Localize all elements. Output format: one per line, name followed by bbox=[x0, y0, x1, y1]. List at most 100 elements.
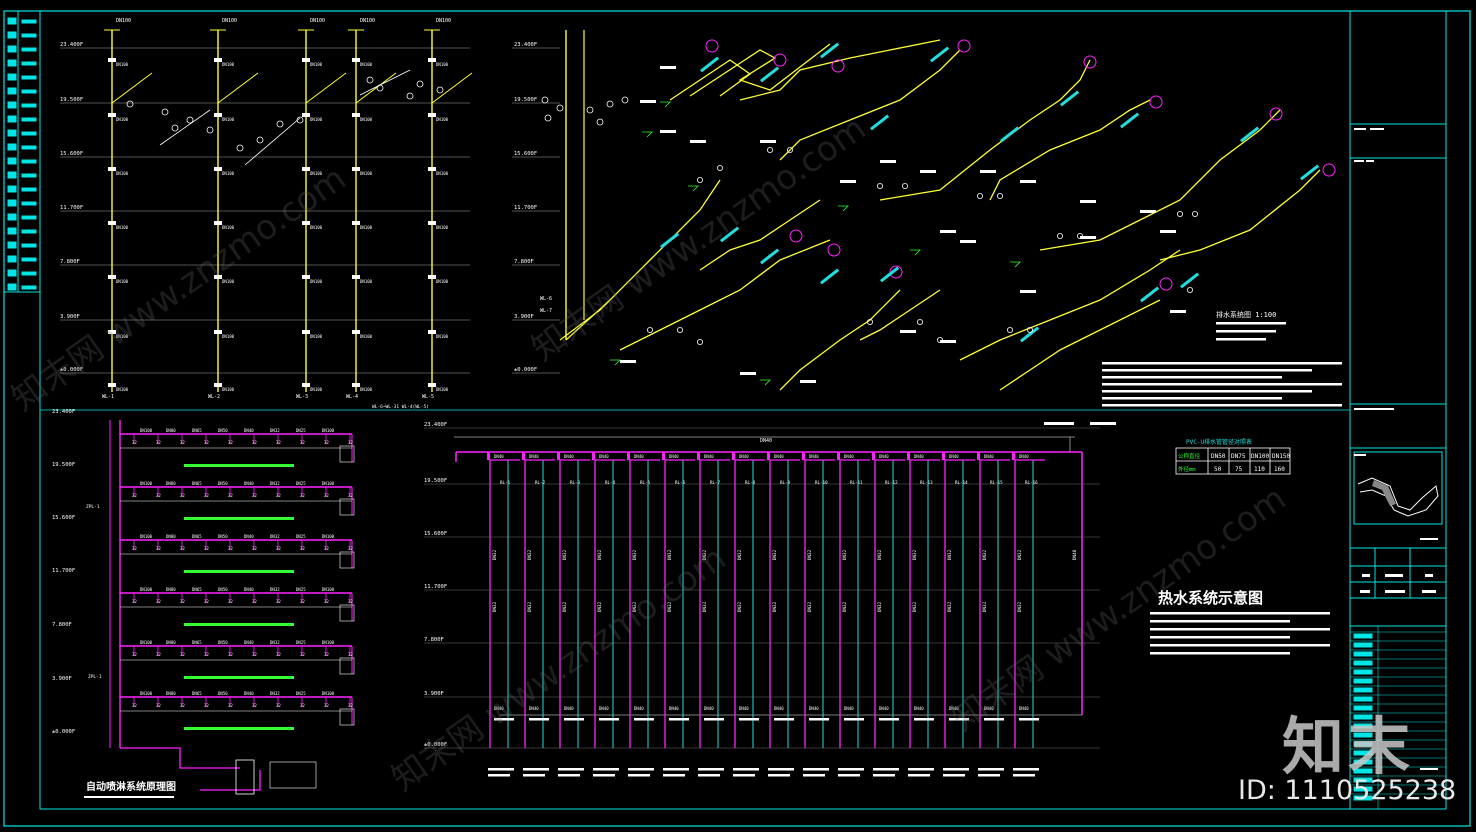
riser-base-label bbox=[663, 774, 685, 777]
level-label: 3.900F bbox=[60, 314, 80, 320]
iso-pipe bbox=[989, 99, 1151, 201]
pipe-size: DN32 bbox=[270, 428, 280, 433]
pipe-size: DN40 bbox=[244, 428, 254, 433]
iso-pipe bbox=[959, 249, 1181, 361]
riser-base-label bbox=[733, 774, 755, 777]
pipe-size: DN40 bbox=[984, 454, 994, 459]
cad-drawing-sheet: 23.400F 23.400F 19.500F 19.500F 15.600F 15.60… bbox=[3, 10, 1471, 827]
pipe-size: DN32 bbox=[842, 549, 847, 560]
riser-top bbox=[802, 452, 805, 460]
pipe-size: 32 bbox=[156, 703, 161, 708]
pipe-size: DN40 bbox=[844, 454, 854, 459]
pipe-size: DN40 bbox=[244, 587, 254, 592]
iso-label bbox=[1140, 210, 1156, 213]
pipe-size: DN100 bbox=[116, 18, 131, 24]
pipe-size: DN50 bbox=[218, 691, 228, 696]
pipe-size: DN40 bbox=[599, 706, 609, 711]
riser-tag-circle bbox=[1159, 277, 1173, 291]
iso-pipe bbox=[739, 39, 941, 101]
riser-label: WL-6 bbox=[540, 296, 552, 302]
pipe-size: DN100 bbox=[436, 387, 449, 392]
level-label: 23.400F bbox=[52, 409, 75, 415]
zpl-label: ZPL-1 bbox=[88, 674, 102, 680]
iso-pipe-label bbox=[820, 268, 840, 285]
pipe-size: 32 bbox=[276, 546, 281, 551]
drainage-title: 排水系统图 1:100 bbox=[1216, 310, 1276, 319]
pipe-size: 32 bbox=[156, 546, 161, 551]
level-mark bbox=[760, 379, 771, 386]
strip-mark bbox=[7, 227, 17, 235]
iso-pipe-label bbox=[880, 266, 900, 283]
pipe-size: DN40 bbox=[564, 706, 574, 711]
pipe-table-val: 160 bbox=[1274, 466, 1285, 473]
riser-base-label bbox=[803, 774, 825, 777]
pipe-size: 32 bbox=[132, 599, 137, 604]
pipe-size: DN32 bbox=[947, 601, 952, 612]
pipe-size: 32 bbox=[324, 493, 329, 498]
note-line bbox=[1150, 612, 1330, 615]
note-line bbox=[1216, 330, 1276, 333]
fitting-mark bbox=[352, 383, 360, 387]
pipe-size: DN100 bbox=[140, 481, 153, 486]
strip-mark bbox=[21, 159, 37, 164]
pipe-size: DN100 bbox=[322, 534, 335, 539]
return-label bbox=[599, 718, 619, 721]
iso-pipe bbox=[1039, 109, 1281, 251]
pipe-size: DN32 bbox=[912, 601, 917, 612]
riser-label: RL-14 bbox=[955, 480, 968, 485]
title-block-text bbox=[1353, 678, 1373, 684]
branch-pipe bbox=[111, 72, 153, 104]
riser-label: RL-6 bbox=[675, 480, 686, 485]
riser-label: RL-10 bbox=[815, 480, 828, 485]
riser-label: RL-3 bbox=[570, 480, 581, 485]
riser-base-label bbox=[838, 768, 864, 771]
riser-label: RL-12 bbox=[885, 480, 898, 485]
pipe-size: 32 bbox=[252, 440, 257, 445]
binding-strip bbox=[4, 11, 40, 293]
pipe-size: DN32 bbox=[270, 640, 280, 645]
pipe-size: DN32 bbox=[270, 691, 280, 696]
note-box bbox=[269, 761, 317, 789]
strip-mark bbox=[21, 229, 37, 234]
hot-water-diagram: 23.400F 19.500F 15.600F 11.700F 7.800F 3.900F… bbox=[424, 422, 1116, 777]
level-label: 11.700F bbox=[52, 568, 75, 574]
pipe-size: 32 bbox=[228, 440, 233, 445]
level-label: ±0.000F bbox=[52, 729, 75, 735]
pipe-size: DN100 bbox=[360, 62, 373, 67]
pipe-table-row-label: 外径mm bbox=[1178, 465, 1196, 473]
return-label bbox=[844, 718, 864, 721]
fitting-mark bbox=[428, 275, 436, 279]
title-block-text bbox=[1353, 660, 1373, 666]
fitting-mark bbox=[302, 275, 310, 279]
pipe-size: DN40 bbox=[244, 534, 254, 539]
level-label: ±0.000F bbox=[514, 367, 537, 373]
pipe-size: DN100 bbox=[322, 428, 335, 433]
iso-pipe-label bbox=[700, 56, 720, 73]
return-label bbox=[529, 718, 549, 721]
pipe-size: 32 bbox=[132, 652, 137, 657]
pipe-size: 32 bbox=[300, 493, 305, 498]
fixture-symbol bbox=[366, 76, 374, 84]
fitting-mark bbox=[428, 58, 436, 62]
pipe-size: DN65 bbox=[192, 428, 202, 433]
pipe-size: 32 bbox=[132, 703, 137, 708]
pipe-size: 32 bbox=[180, 440, 185, 445]
riser-base-label bbox=[733, 768, 759, 771]
riser-top bbox=[1012, 452, 1015, 460]
title-block-text bbox=[1353, 687, 1373, 693]
riser-label: WL-2 bbox=[208, 394, 220, 400]
pipe-size: DN50 bbox=[218, 640, 228, 645]
pipe-size: DN100 bbox=[140, 691, 153, 696]
riser-tag-circle bbox=[1149, 95, 1163, 109]
pipe-size: DN40 bbox=[914, 706, 924, 711]
pipe-size: DN100 bbox=[436, 117, 449, 122]
pipe-size: DN40 bbox=[1019, 706, 1029, 711]
pipe-size: DN100 bbox=[310, 279, 323, 284]
pipe-size: DN40 bbox=[704, 706, 714, 711]
return-label bbox=[1019, 718, 1039, 721]
level-label: 19.500F bbox=[514, 97, 537, 103]
pipe-size: DN100 bbox=[116, 62, 129, 67]
note-line bbox=[1102, 390, 1312, 393]
riser-base-label bbox=[838, 774, 860, 777]
fixture-symbol bbox=[647, 326, 654, 333]
